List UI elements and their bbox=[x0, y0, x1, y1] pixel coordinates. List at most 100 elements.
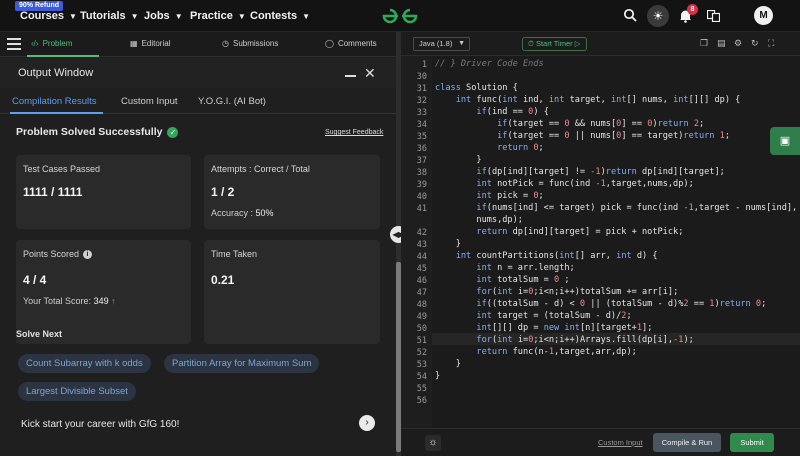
tab-compilation-results[interactable]: Compilation Results bbox=[12, 96, 96, 107]
nav-tutorials[interactable]: Tutorials ▼ bbox=[80, 10, 139, 22]
chat-icon[interactable]: ▣ bbox=[770, 127, 800, 155]
code-line: // } Driver Code Ends bbox=[435, 59, 544, 69]
tab-problem-label: Problem bbox=[42, 39, 73, 48]
tab-editorial-label: Editorial bbox=[141, 39, 171, 48]
book-icon: ▦ bbox=[130, 39, 138, 48]
theme-toggle-sun-icon[interactable]: ☀ bbox=[647, 5, 669, 27]
test-cases-label: Test Cases Passed bbox=[23, 164, 101, 174]
line-number: 52 bbox=[416, 348, 427, 358]
play-circle-icon: ▷ bbox=[574, 39, 581, 48]
active-output-tab-indicator bbox=[10, 112, 103, 114]
status-text: Problem Solved Successfully bbox=[16, 126, 163, 138]
chevron-right-icon[interactable]: › bbox=[359, 415, 375, 431]
code-line: for(int i=0;i<n;i++)totalSum += arr[i]; bbox=[476, 287, 679, 297]
nav-courses[interactable]: Courses ▼ bbox=[20, 10, 77, 22]
line-number: 54 bbox=[416, 372, 427, 382]
line-number: 30 bbox=[416, 72, 427, 82]
line-number: 1 bbox=[421, 60, 427, 70]
code-line: int[][] dp = new int[n][target+1]; bbox=[476, 323, 653, 333]
line-number: 56 bbox=[416, 396, 427, 406]
tab-editorial[interactable]: ▦ Editorial bbox=[130, 39, 170, 48]
lightbulb-icon[interactable]: ☼ bbox=[425, 435, 441, 451]
code-line: int totalSum = 0 ; bbox=[476, 275, 570, 285]
chevron-down-icon: ▼ bbox=[174, 11, 183, 21]
code-line: int target = (totalSum - d)/2; bbox=[476, 311, 632, 321]
total-score-label: Your Total Score: bbox=[23, 296, 92, 306]
top-navbar: 90% Refund Courses ▼ Tutorials ▼ Jobs ▼ Pra… bbox=[0, 0, 800, 32]
fullscreen-icon[interactable]: ⛶ bbox=[768, 38, 774, 49]
total-score-value: 349 bbox=[93, 296, 109, 306]
line-number: 32 bbox=[416, 96, 427, 106]
nav-tutorials-label: Tutorials bbox=[80, 10, 126, 22]
line-number: 31 bbox=[416, 84, 427, 94]
code-editor-panel: Java (1.8) ▼ ⏱ Start Timer ▷ ❐ ▤ ⚙ ↻ ⛶ 1 3… bbox=[401, 32, 800, 456]
notification-count-badge: 8 bbox=[687, 4, 698, 15]
comment-icon: ◯ bbox=[325, 39, 334, 48]
attempts-card: Attempts : Correct / Total 1 / 2 Accurac… bbox=[204, 155, 380, 229]
line-number: 51 bbox=[416, 336, 427, 346]
document-icon[interactable]: ▤ bbox=[717, 38, 726, 49]
compile-run-button[interactable]: Compile & Run bbox=[653, 433, 721, 452]
output-window-header: Output Window ✕ bbox=[0, 58, 396, 88]
start-timer-button[interactable]: ⏱ Start Timer ▷ bbox=[522, 37, 587, 51]
language-select[interactable]: Java (1.8) ▼ bbox=[413, 37, 470, 51]
submit-button[interactable]: Submit bbox=[730, 433, 774, 452]
code-line: } bbox=[435, 359, 461, 369]
line-number: 53 bbox=[416, 360, 427, 370]
code-line: nums,dp); bbox=[435, 215, 523, 225]
line-number: 45 bbox=[416, 264, 427, 274]
reset-icon[interactable]: ↻ bbox=[751, 38, 759, 49]
tab-comments[interactable]: ◯ Comments bbox=[325, 39, 377, 48]
info-icon[interactable]: i bbox=[83, 249, 93, 259]
accuracy-value: 50% bbox=[255, 208, 274, 218]
nav-jobs-label: Jobs bbox=[144, 10, 170, 22]
line-number: 34 bbox=[416, 120, 427, 130]
line-number: 50 bbox=[416, 324, 427, 334]
code-line: } bbox=[435, 371, 441, 381]
code-line: if(ind == 0) { bbox=[476, 107, 549, 117]
nav-practice[interactable]: Practice ▼ bbox=[190, 10, 246, 22]
settings-gear-icon[interactable]: ⚙ bbox=[734, 38, 742, 49]
code-area[interactable]: // } Driver Code Ends class Solution { in… bbox=[432, 56, 800, 428]
tab-custom-input[interactable]: Custom Input bbox=[121, 96, 178, 107]
nav-jobs[interactable]: Jobs ▼ bbox=[144, 10, 183, 22]
check-circle-icon: ✓ bbox=[167, 126, 179, 138]
test-cases-value: 1111 / 1111 bbox=[23, 185, 83, 199]
line-number: 46 bbox=[416, 276, 427, 286]
line-number: 49 bbox=[416, 312, 427, 322]
line-number: 33 bbox=[416, 108, 427, 118]
close-icon[interactable]: ✕ bbox=[364, 65, 376, 82]
minimize-icon[interactable] bbox=[345, 75, 356, 77]
search-icon[interactable] bbox=[623, 8, 637, 22]
points-value: 4 / 4 bbox=[23, 273, 47, 287]
code-line: return 0; bbox=[497, 143, 544, 153]
line-number: 44 bbox=[416, 252, 427, 262]
copy-icon[interactable]: ❐ bbox=[700, 38, 708, 49]
tab-yogi-ai-bot[interactable]: Y.O.G.I. (AI Bot) bbox=[198, 96, 266, 107]
active-tab-indicator bbox=[27, 55, 99, 57]
solve-next-chip[interactable]: Partition Array for Maximum Sum bbox=[164, 354, 320, 373]
hamburger-menu-icon[interactable] bbox=[7, 38, 21, 50]
custom-input-link[interactable]: Custom Input bbox=[598, 438, 643, 447]
output-window-title: Output Window bbox=[18, 67, 94, 79]
line-number: 37 bbox=[416, 156, 427, 166]
editor-footer: ☼ Custom Input Compile & Run Submit bbox=[401, 428, 800, 456]
solve-next-chip[interactable]: Largest Divisible Subset bbox=[18, 382, 136, 401]
code-line: if(target == 0 && nums[0] == 0)return 2; bbox=[497, 119, 705, 129]
accuracy-label: Accuracy : bbox=[211, 208, 254, 218]
clock-icon: ◷ bbox=[222, 39, 229, 48]
gfg-logo-icon[interactable] bbox=[380, 6, 420, 26]
solve-next-title: Solve Next bbox=[16, 329, 63, 339]
solve-next-chip[interactable]: Count Subarray with k odds bbox=[18, 354, 151, 373]
avatar[interactable]: M bbox=[754, 6, 773, 25]
chevron-down-icon: ▼ bbox=[237, 11, 246, 21]
editor-toolbar: Java (1.8) ▼ ⏱ Start Timer ▷ ❐ ▤ ⚙ ↻ ⛶ bbox=[401, 32, 800, 56]
nav-contests[interactable]: Contests ▼ bbox=[250, 10, 310, 22]
code-line: int func(int ind, int target, int[] nums… bbox=[455, 95, 741, 105]
suggest-feedback-link[interactable]: Suggest Feedback bbox=[325, 129, 383, 136]
translate-icon[interactable] bbox=[707, 10, 720, 22]
code-line: for(int i=0;i<n;i++)Arrays.fill(dp[i],-1… bbox=[476, 335, 694, 345]
tab-submissions[interactable]: ◷ Submissions bbox=[222, 39, 278, 48]
tab-problem[interactable]: ‹/› Problem bbox=[31, 39, 72, 48]
test-cases-card: Test Cases Passed 1111 / 1111 bbox=[16, 155, 191, 229]
